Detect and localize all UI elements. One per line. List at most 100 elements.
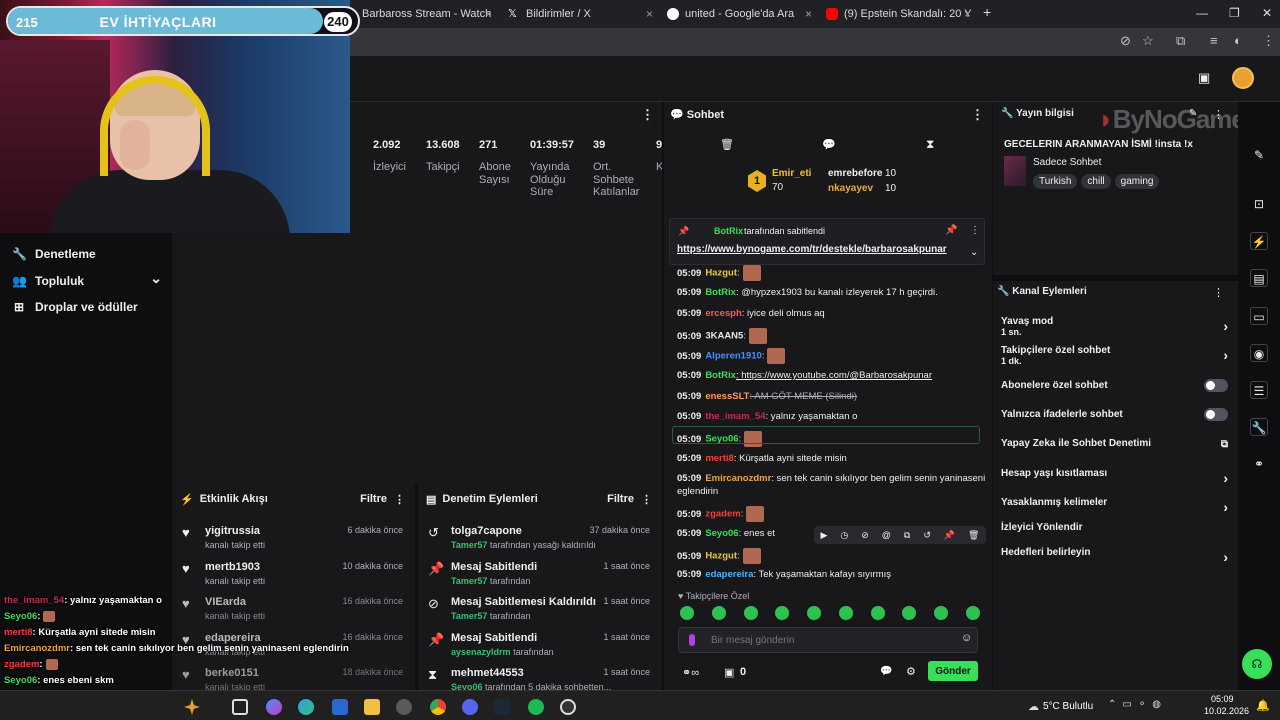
media-icon[interactable]: ≡ [1210, 33, 1218, 48]
chat-message[interactable]: 05:09 the_imam_54: yalnız yaşamaktan o [677, 410, 987, 423]
copy-icon[interactable]: ⧉ [904, 530, 910, 541]
hourglass-icon[interactable]: ⧗ [926, 137, 934, 152]
nav-item-community[interactable]: 👥 Topluluk ⌄ [12, 270, 162, 288]
document-icon[interactable]: ▤ [1250, 269, 1268, 287]
close-icon[interactable]: × [964, 7, 971, 21]
category-name[interactable]: Sadece Sohbet [1033, 157, 1101, 168]
action-slow-mode[interactable]: Yavaş mod 1 sn. › [1001, 316, 1228, 337]
leaderboard-user-3[interactable]: nkayayev [828, 183, 873, 194]
emote[interactable] [748, 328, 767, 344]
emote[interactable] [775, 606, 790, 620]
tv-icon[interactable]: ▣ [1198, 70, 1210, 86]
chevron-down-icon[interactable]: ⌄ [970, 247, 978, 258]
chat-message[interactable]: 05:09 Alperen1910: [677, 348, 987, 364]
mod-action-name[interactable]: Mesaj Sabitlendi [451, 632, 537, 644]
follower-name[interactable]: mertb1903 [205, 561, 260, 573]
message-username[interactable]: Emircanozdmr [705, 473, 771, 484]
message-username[interactable]: merti8 [705, 453, 734, 464]
wrench-icon[interactable]: 🔧 [1250, 418, 1268, 436]
message-username[interactable]: Hazgut [705, 551, 737, 562]
spotify-icon[interactable] [528, 699, 544, 715]
close-window-button[interactable]: ✕ [1262, 6, 1272, 20]
more-options-icon[interactable]: ⋮ [641, 493, 652, 506]
message-username[interactable]: ercesph [705, 308, 741, 319]
minimize-button[interactable]: — [1196, 6, 1208, 20]
capture-icon[interactable]: ⊡ [1250, 195, 1268, 213]
emote-only-toggle[interactable] [1204, 408, 1228, 421]
pin-action-icon[interactable]: 📌 [945, 225, 957, 236]
more-options-icon[interactable]: ⋮ [394, 493, 405, 506]
drops-icon[interactable]: ⚭∞ [682, 666, 699, 679]
chrome-icon[interactable] [430, 699, 446, 715]
action-goals[interactable]: Hedefleri belirleyin › [1001, 547, 1228, 565]
moderator-name[interactable]: Seyo06 [451, 682, 483, 690]
mod-action-name[interactable]: tolga7capone [451, 525, 522, 537]
moderator-name[interactable]: Tamer57 [451, 576, 487, 586]
outlook-icon[interactable] [332, 699, 348, 715]
moderator-name[interactable]: Tamer57 [451, 611, 487, 621]
action-banned-words[interactable]: Yasaklanmış kelimeler › [1001, 497, 1228, 515]
chat-input-box[interactable]: ☺ [678, 627, 978, 653]
message-username[interactable]: Hazgut [705, 268, 737, 279]
emote[interactable] [838, 606, 853, 620]
start-icon[interactable] [184, 699, 200, 715]
layout-icon[interactable]: ☰ [1250, 381, 1268, 399]
browser-tab-3[interactable]: united - Google'da Ara × [667, 4, 812, 24]
close-icon[interactable]: × [485, 7, 492, 21]
edge-icon[interactable] [298, 699, 314, 715]
chat-input[interactable] [711, 632, 941, 648]
emote[interactable] [767, 348, 786, 364]
emote[interactable] [743, 606, 758, 620]
xbox-icon[interactable] [396, 699, 412, 715]
avatar[interactable] [1232, 67, 1254, 89]
chat-message[interactable]: 05:09 enessSLT: AM GÖT MEME (Silindi) [677, 390, 987, 403]
edit-icon[interactable]: ✎ [1250, 146, 1268, 164]
mention-icon[interactable]: @ [882, 530, 891, 540]
copilot-icon[interactable] [266, 699, 282, 715]
folder-icon[interactable] [364, 699, 380, 715]
message-username[interactable]: Seyo06 [705, 528, 738, 539]
obs-icon[interactable] [560, 699, 576, 715]
filter-button[interactable]: Filtre [607, 493, 634, 505]
emote[interactable] [807, 606, 822, 620]
profile-icon[interactable]: ◐ [1234, 33, 1242, 48]
notification-icon[interactable]: 🔔 [1256, 699, 1270, 712]
more-options-icon[interactable]: ⋮ [971, 107, 984, 123]
broadcast-icon[interactable]: ◉ [1250, 344, 1268, 362]
leaderboard-top-user[interactable]: Emir_eti [772, 168, 811, 179]
close-icon[interactable]: × [646, 7, 653, 21]
leaderboard-user-2[interactable]: emrebefore [828, 168, 882, 179]
browser-tab-2[interactable]: 𝕏 Bildirimler / X × [508, 4, 653, 24]
support-icon[interactable]: ☊ [1242, 649, 1272, 679]
steam-icon[interactable] [494, 699, 510, 715]
edit-icon[interactable]: ✎ [1189, 108, 1197, 119]
filter-button[interactable]: Filtre [360, 493, 387, 505]
action-raid[interactable]: İzleyici Yönlendir [1001, 522, 1228, 533]
mod-action-name[interactable]: Mesaj Sabitlemesi Kaldırıldı [451, 596, 596, 608]
emote[interactable] [742, 548, 761, 564]
chat-message[interactable]: 05:09 edapereira: Tek yaşamaktan kafayı s… [677, 568, 987, 581]
category-thumbnail[interactable] [1004, 156, 1026, 186]
play-icon[interactable]: ▶ [820, 530, 827, 541]
ban-icon[interactable]: ⊘ [861, 530, 869, 541]
action-subs-only[interactable]: Abonelere özel sohbet [1001, 379, 1228, 392]
trash-icon[interactable]: 🗑 [720, 138, 734, 151]
send-button[interactable]: Gönder [928, 661, 978, 681]
chat-bubble-icon[interactable]: 💬 [822, 138, 836, 151]
star-icon[interactable]: ☆ [1142, 33, 1154, 49]
lightning-icon[interactable]: ⚡ [1250, 232, 1268, 250]
clock-time[interactable]: 05:09 [1211, 694, 1234, 704]
emote[interactable] [711, 606, 726, 620]
timeout-icon[interactable]: ◷ [840, 530, 848, 541]
emote[interactable] [902, 606, 917, 620]
discord-icon[interactable] [462, 699, 478, 715]
menu-icon[interactable]: ⋮ [1262, 33, 1275, 49]
task-view-icon[interactable] [232, 699, 248, 715]
clock-date[interactable]: 10.02.2026 [1204, 706, 1249, 716]
moderator-name[interactable]: Tamer57 [451, 540, 487, 550]
chat-message[interactable]: 05:09 Hazgut: [677, 548, 987, 564]
emoji-icon[interactable]: ☺ [961, 632, 972, 644]
action-account-age[interactable]: Hesap yaşı kısıtlaması › [1001, 468, 1228, 486]
chat-message[interactable]: 05:09 BotRix: https://www.youtube.com/@Ba… [677, 369, 987, 382]
chat-message[interactable]: 05:09 ercesph: iyice deli olmus aq [677, 307, 987, 320]
